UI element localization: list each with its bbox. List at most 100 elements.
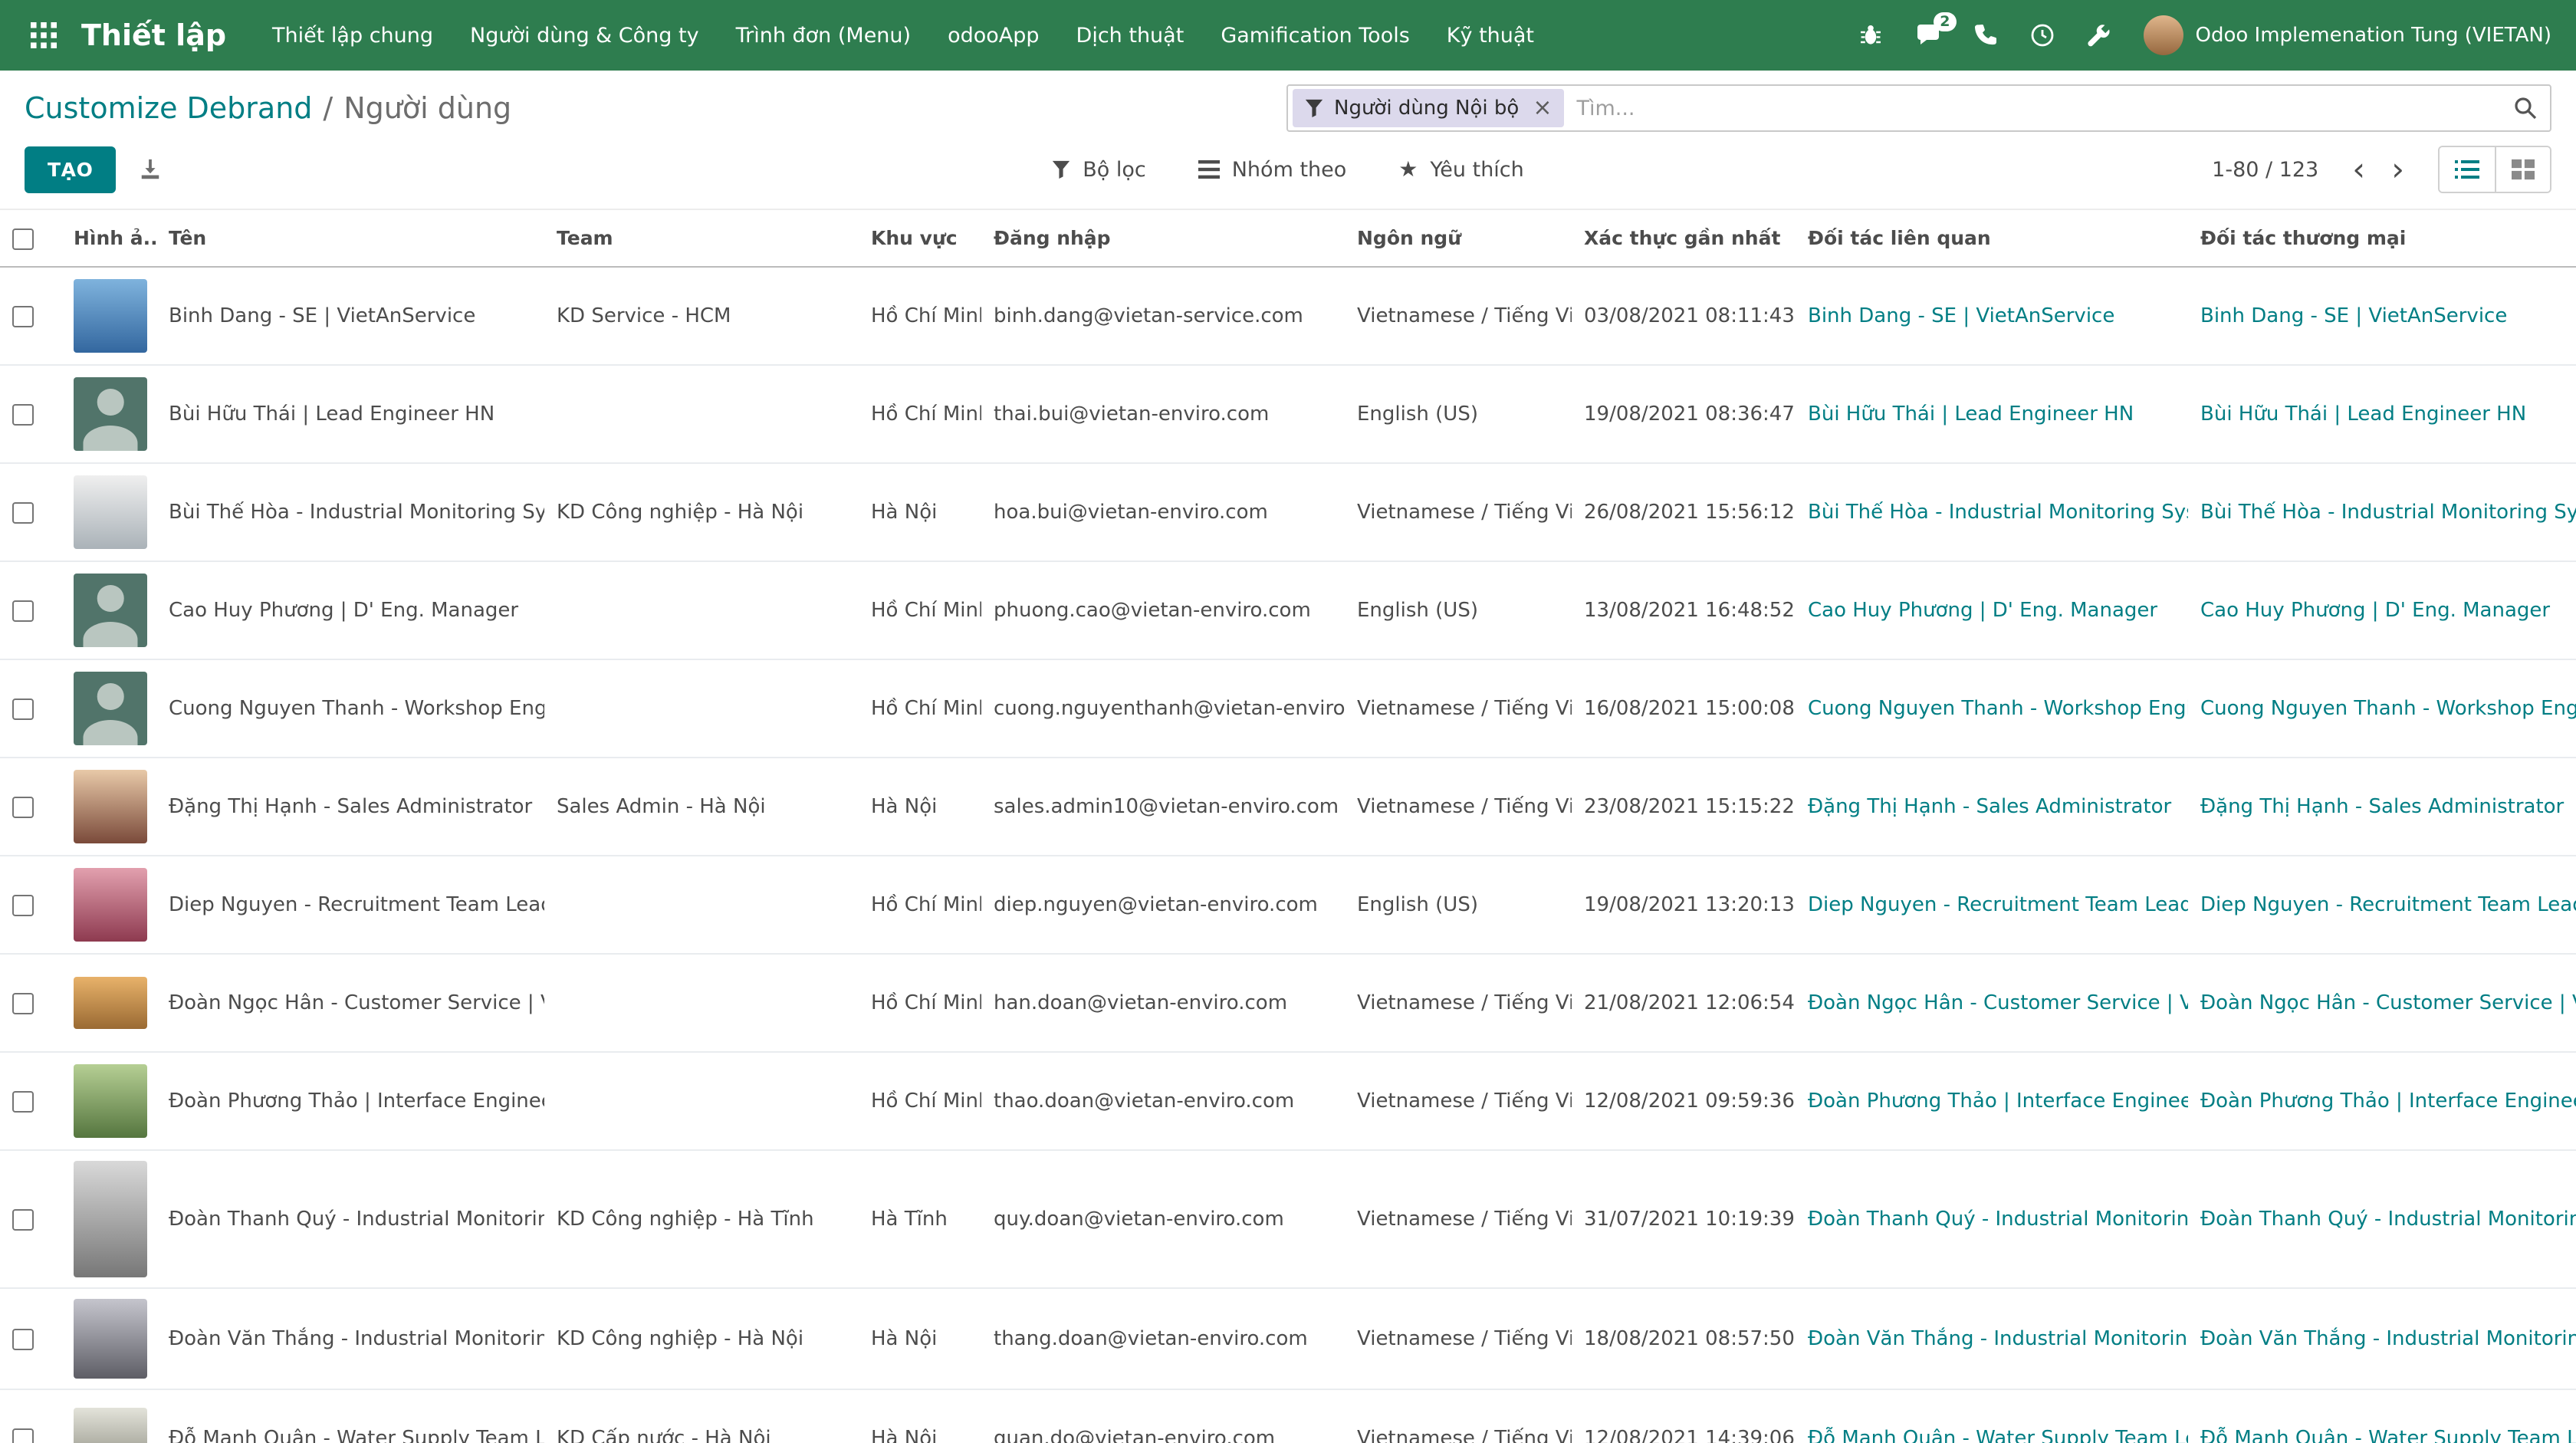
top-menu-item[interactable]: Trình đơn (Menu) [718, 13, 930, 58]
related-partner-link[interactable]: Bùi Thế Hòa - Industrial Monitoring Syst… [1796, 463, 2188, 561]
row-checkbox[interactable] [12, 1091, 34, 1113]
commercial-partner-link[interactable]: Đỗ Mạnh Quân - Water Supply Team Le... [2188, 1389, 2576, 1443]
search-input[interactable] [1564, 97, 2513, 120]
user-name-cell: Bùi Hữu Thái | Lead Engineer HN [156, 365, 544, 463]
commercial-partner-link[interactable]: Bùi Hữu Thái | Lead Engineer HN [2188, 365, 2576, 463]
top-menu-item[interactable]: Người dùng & Công ty [452, 13, 718, 58]
table-row[interactable]: Cao Huy Phương | D' Eng. Manager Hồ Chí … [0, 561, 2576, 659]
commercial-partner-link[interactable]: Bùi Thế Hòa - Industrial Monitoring Sys.… [2188, 463, 2576, 561]
column-header[interactable]: Tên [156, 210, 544, 267]
activities-clock-icon[interactable] [2030, 23, 2055, 48]
pager-prev-button[interactable]: ‹ [2343, 153, 2374, 186]
user-region-cell: Hà Nội [859, 758, 981, 856]
groupby-button[interactable]: Nhóm theo [1195, 152, 1350, 188]
messages-icon[interactable]: 2 [1915, 23, 1941, 48]
top-menu-item[interactable]: odooApp [929, 13, 1057, 58]
related-partner-link[interactable]: Cao Huy Phương | D' Eng. Manager [1796, 561, 2188, 659]
row-checkbox[interactable] [12, 502, 34, 524]
related-partner-link[interactable]: Diep Nguyen - Recruitment Team Leader|..… [1796, 856, 2188, 954]
list-view-button[interactable] [2440, 147, 2495, 192]
column-header[interactable]: Đăng nhập [981, 210, 1345, 267]
related-partner-link[interactable]: Đoàn Ngọc Hân - Customer Service | Viet.… [1796, 954, 2188, 1052]
row-checkbox[interactable] [12, 1209, 34, 1231]
user-team-cell [544, 856, 859, 954]
user-name-cell: Cao Huy Phương | D' Eng. Manager [156, 561, 544, 659]
row-select-cell [0, 1288, 61, 1389]
top-menu-item[interactable]: Kỹ thuật [1428, 13, 1552, 58]
column-header[interactable]: Team [544, 210, 859, 267]
favorites-button[interactable]: ★ Yêu thích [1395, 152, 1526, 188]
table-row[interactable]: Cuong Nguyen Thanh - Workshop Engine... … [0, 659, 2576, 758]
tools-wrench-icon[interactable] [2087, 23, 2111, 48]
column-header[interactable]: Đối tác liên quan [1796, 210, 2188, 267]
commercial-partner-link[interactable]: Cuong Nguyen Thanh - Workshop Engi... [2188, 659, 2576, 758]
row-avatar-cell [61, 561, 156, 659]
kanban-view-button[interactable] [2495, 147, 2550, 192]
breadcrumb-parent[interactable]: Customize Debrand [25, 91, 312, 125]
row-checkbox[interactable] [12, 993, 34, 1014]
table-row[interactable]: Đoàn Thanh Quý - Industrial Monitoring S… [0, 1150, 2576, 1288]
create-button[interactable]: TẠO [25, 146, 116, 193]
commercial-partner-link[interactable]: Đoàn Thanh Quý - Industrial Monitoring..… [2188, 1150, 2576, 1288]
row-checkbox[interactable] [12, 600, 34, 622]
row-checkbox[interactable] [12, 1329, 34, 1350]
table-row[interactable]: Đoàn Phương Thảo | Interface Engineer (.… [0, 1052, 2576, 1150]
export-icon[interactable] [139, 158, 162, 181]
apps-menu-icon[interactable] [25, 16, 63, 54]
commercial-partner-link[interactable]: Đoàn Văn Thắng - Industrial Monitoring..… [2188, 1288, 2576, 1389]
commercial-partner-link[interactable]: Đoàn Phương Thảo | Interface Enginee... [2188, 1052, 2576, 1150]
related-partner-link[interactable]: Đoàn Văn Thắng - Industrial Monitoring S… [1796, 1288, 2188, 1389]
top-menu-item[interactable]: Dịch thuật [1058, 13, 1203, 58]
related-partner-link[interactable]: Cuong Nguyen Thanh - Workshop Engine... [1796, 659, 2188, 758]
search-icon[interactable] [2513, 96, 2538, 120]
related-partner-link[interactable]: Binh Dang - SE | VietAnService [1796, 267, 2188, 365]
app-name[interactable]: Thiết lập [81, 18, 226, 52]
select-all-checkbox[interactable] [12, 228, 34, 250]
top-menu-item[interactable]: Gamification Tools [1202, 13, 1428, 58]
commercial-partner-link[interactable]: Đặng Thị Hạnh - Sales Administrator [2188, 758, 2576, 856]
related-partner-link[interactable]: Đặng Thị Hạnh - Sales Administrator [1796, 758, 2188, 856]
commercial-partner-link[interactable]: Binh Dang - SE | VietAnService [2188, 267, 2576, 365]
user-login-cell: quan.do@vietan-enviro.com [981, 1389, 1345, 1443]
commercial-partner-link[interactable]: Cao Huy Phương | D' Eng. Manager [2188, 561, 2576, 659]
commercial-partner-link[interactable]: Đoàn Ngọc Hân - Customer Service | Vi... [2188, 954, 2576, 1052]
row-checkbox[interactable] [12, 306, 34, 327]
table-row[interactable]: Đoàn Văn Thắng - Industrial Monitoring S… [0, 1288, 2576, 1389]
related-partner-link[interactable]: Bùi Hữu Thái | Lead Engineer HN [1796, 365, 2188, 463]
row-checkbox[interactable] [12, 404, 34, 426]
table-row[interactable]: Đoàn Ngọc Hân - Customer Service | Viet.… [0, 954, 2576, 1052]
filter-icon [1052, 160, 1070, 179]
related-partner-link[interactable]: Đỗ Mạnh Quân - Water Supply Team Lea... [1796, 1389, 2188, 1443]
table-row[interactable]: Đỗ Mạnh Quân - Water Supply Team Lea... … [0, 1389, 2576, 1443]
table-row[interactable]: Đặng Thị Hạnh - Sales Administrator Sale… [0, 758, 2576, 856]
column-header[interactable]: Khu vực [859, 210, 981, 267]
row-checkbox[interactable] [12, 698, 34, 720]
user-last-auth-cell: 13/08/2021 16:48:52 [1572, 561, 1796, 659]
user-team-cell: KD Công nghiệp - Hà Nội [544, 1288, 859, 1389]
related-partner-link[interactable]: Đoàn Phương Thảo | Interface Engineer (.… [1796, 1052, 2188, 1150]
search-facet[interactable]: Người dùng Nội bộ × [1293, 89, 1564, 127]
row-checkbox[interactable] [12, 895, 34, 916]
column-header[interactable]: Hình ả... [61, 210, 156, 267]
row-checkbox[interactable] [12, 797, 34, 818]
row-checkbox[interactable] [12, 1428, 34, 1443]
column-header[interactable]: Đối tác thương mại [2188, 210, 2576, 267]
filters-button[interactable]: Bộ lọc [1049, 152, 1149, 188]
user-region-cell: Hồ Chí Minh [859, 1052, 981, 1150]
table-row[interactable]: Binh Dang - SE | VietAnService KD Servic… [0, 267, 2576, 365]
top-menu-item[interactable]: Thiết lập chung [254, 13, 452, 58]
phone-icon[interactable] [1973, 23, 1998, 48]
commercial-partner-link[interactable]: Diep Nguyen - Recruitment Team Lead... [2188, 856, 2576, 954]
column-header[interactable]: Xác thực gần nhất [1572, 210, 1796, 267]
user-region-cell: Hà Nội [859, 1389, 981, 1443]
debug-icon[interactable] [1858, 23, 1883, 48]
related-partner-link[interactable]: Đoàn Thanh Quý - Industrial Monitoring S… [1796, 1150, 2188, 1288]
user-last-auth-cell: 21/08/2021 12:06:54 [1572, 954, 1796, 1052]
facet-remove-icon[interactable]: × [1533, 97, 1552, 120]
column-header[interactable]: Ngôn ngữ [1345, 210, 1572, 267]
user-menu[interactable]: Odoo Implemenation Tung (VIETAN) [2144, 15, 2552, 55]
table-row[interactable]: Bùi Hữu Thái | Lead Engineer HN Hồ Chí M… [0, 365, 2576, 463]
pager-next-button[interactable]: › [2382, 153, 2413, 186]
table-row[interactable]: Bùi Thế Hòa - Industrial Monitoring Syst… [0, 463, 2576, 561]
table-row[interactable]: Diep Nguyen - Recruitment Team Leader|..… [0, 856, 2576, 954]
